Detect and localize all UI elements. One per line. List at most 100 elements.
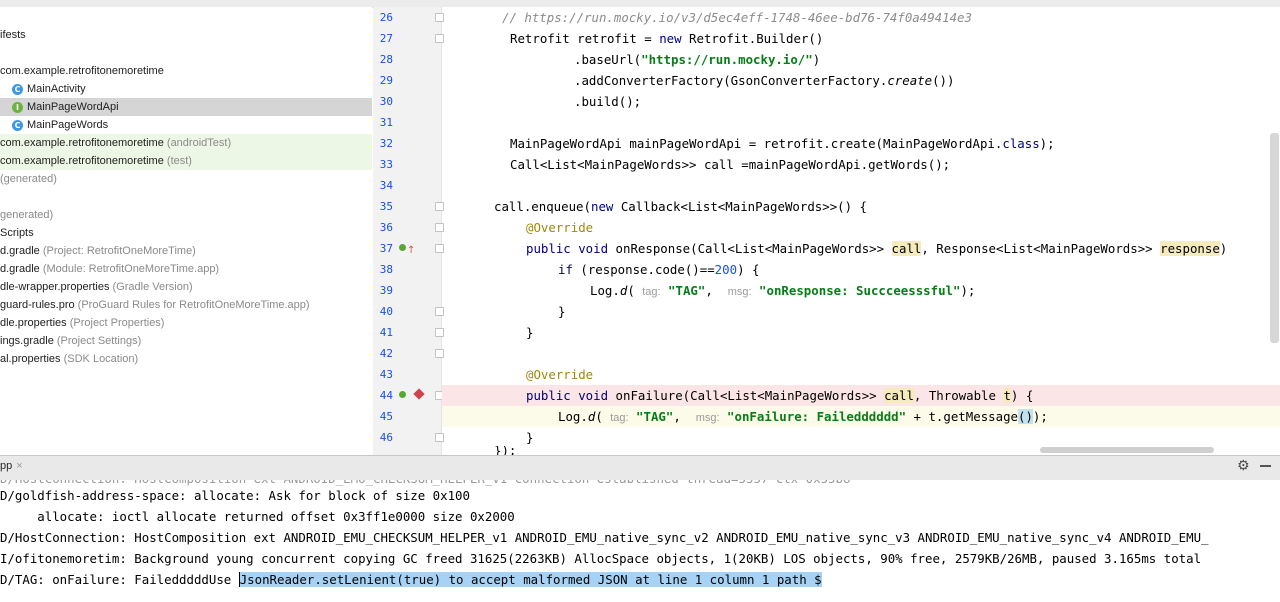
breakpoint-icon[interactable] — [413, 388, 425, 400]
tree-item[interactable]: com.example.retrofitonemoretime (test) — [0, 152, 372, 170]
override-arrow-icon[interactable]: ↑ — [407, 240, 415, 261]
gutter-line[interactable]: 41 — [373, 322, 444, 343]
param-hint: tag: — [642, 286, 661, 298]
tree-item[interactable]: I MainPageWordApi — [0, 98, 372, 116]
code-line-26[interactable]: // https://run.mocky.io/v3/d5ec4eff-1748… — [442, 7, 1280, 28]
gutter-line[interactable]: 30 — [373, 91, 441, 112]
tree-item-label: ings.gradle — [0, 335, 54, 347]
code-line-34[interactable] — [442, 175, 1280, 196]
gutter-line[interactable]: 32 — [373, 133, 441, 154]
line-number: 40 — [379, 305, 393, 318]
selected-log-text[interactable]: JsonReader.setLenient(true) to accept ma… — [238, 572, 822, 587]
param-highlight: t — [1003, 388, 1011, 403]
tree-item-hint: (SDK Location) — [63, 353, 139, 365]
tree-item[interactable]: dle.properties (Project Properties) — [0, 314, 372, 332]
tree-item-hint: (Project: RetrofitOneMoreTime) — [42, 245, 196, 257]
code-line-38[interactable]: if (response.code()==200) { — [442, 259, 1280, 280]
gutter-line[interactable]: 40 — [373, 301, 444, 322]
gutter-line[interactable]: 44 — [373, 385, 444, 406]
code-line-39[interactable]: Log.d( tag: "TAG", msg: "onResponse: Suc… — [442, 280, 1280, 301]
tree-item[interactable]: com.example.retrofitonemoretime (android… — [0, 134, 372, 152]
tree-item[interactable]: dle-wrapper.properties (Gradle Version) — [0, 278, 372, 296]
gutter-line[interactable]: 36 — [373, 217, 444, 238]
gutter-line[interactable]: 34 — [373, 175, 441, 196]
gutter-line[interactable]: 37 ↑ — [373, 238, 444, 261]
close-icon[interactable]: × — [16, 460, 22, 472]
code-line-31[interactable] — [442, 112, 1280, 133]
code-line-30[interactable]: .build(); — [442, 91, 1280, 112]
tree-item-label: ifests — [0, 29, 26, 41]
tree-item[interactable]: d.gradle (Project: RetrofitOneMoreTime) — [0, 242, 372, 260]
gutter-line[interactable]: 28 — [373, 49, 441, 70]
code-token: ); — [1039, 136, 1055, 151]
code-line-27[interactable]: Retrofit retrofit = new Retrofit.Builder… — [442, 28, 1280, 49]
override-annotation: @Override — [526, 367, 594, 382]
gutter-line[interactable]: 42 — [373, 343, 444, 364]
code-token: MainPageWordApi mainPageWordApi = retrof… — [510, 136, 1003, 151]
code-line-36[interactable]: @Override — [442, 217, 1280, 238]
code-line-33[interactable]: Call<List<MainPageWords>> call =mainPage… — [442, 154, 1280, 175]
editor-horizontal-scrollbar[interactable] — [1040, 447, 1214, 453]
logcat-tab[interactable]: pp × — [0, 460, 23, 472]
tree-item[interactable]: al.properties (SDK Location) — [0, 350, 372, 368]
code-line-28[interactable]: .baseUrl("https://run.mocky.io/") — [442, 49, 1280, 70]
code-line-37[interactable]: public void onResponse(Call<List<MainPag… — [442, 238, 1280, 259]
code-token: Retrofit retrofit = — [510, 31, 660, 46]
keyword-public-void: public void — [526, 388, 609, 403]
code-token: ( — [595, 409, 611, 424]
editor-vertical-scrollbar[interactable] — [1270, 133, 1279, 343]
gutter-line[interactable]: 38 — [373, 259, 441, 280]
tree-item[interactable]: com.example.retrofitonemoretime — [0, 62, 372, 80]
implements-method-icon[interactable] — [399, 391, 406, 398]
code-token: onFailure(Call<List<MainPageWords>> — [608, 388, 885, 403]
tree-item-hint: (generated) — [0, 173, 57, 185]
code-line-29[interactable]: .addConverterFactory(GsonConverterFactor… — [442, 70, 1280, 91]
code-line-44[interactable]: public void onFailure(Call<List<MainPage… — [442, 385, 1280, 406]
tree-item[interactable]: generated) — [0, 206, 372, 224]
gutter-line[interactable]: 26 — [373, 7, 444, 28]
tree-item[interactable]: C MainActivity — [0, 80, 372, 98]
tree-item[interactable]: ings.gradle (Project Settings) — [0, 332, 372, 350]
code-line-32[interactable]: MainPageWordApi mainPageWordApi = retrof… — [442, 133, 1280, 154]
tree-item[interactable]: Scripts — [0, 224, 372, 242]
gutter-line[interactable]: 45 — [373, 406, 441, 427]
line-number: 33 — [379, 158, 393, 171]
project-tree[interactable]: ifests com.example.retrofitonemoretime C Ma… — [0, 7, 372, 455]
gear-icon[interactable]: ⚙ — [1237, 458, 1250, 474]
code-token: ) — [812, 52, 821, 67]
code-line-35[interactable]: call.enqueue(new Callback<List<MainPageW… — [442, 196, 1280, 217]
tree-item[interactable]: (generated) — [0, 170, 372, 188]
gutter-line[interactable]: 46 — [373, 427, 444, 448]
code-token: ()) — [932, 73, 955, 88]
gutter-line[interactable]: 27 — [373, 28, 444, 49]
override-annotation: @Override — [526, 220, 594, 235]
code-line-41[interactable]: } — [442, 322, 1280, 343]
param-highlight: call — [891, 241, 922, 256]
gutter-line[interactable]: 33 — [373, 154, 441, 175]
tree-item[interactable]: guard-rules.pro (ProGuard Rules for Retr… — [0, 296, 372, 314]
minimize-icon[interactable] — [1260, 465, 1271, 467]
code-line-42[interactable] — [442, 343, 1280, 364]
logcat-output[interactable]: D/HostConnection: HostComposition ext AN… — [0, 480, 1280, 602]
tree-item[interactable]: ifests — [0, 26, 372, 44]
param-highlight: call — [884, 388, 914, 403]
gutter-line[interactable]: 31 — [373, 112, 441, 133]
tree-item-label: dle-wrapper.properties — [0, 281, 110, 293]
url-comment[interactable]: // https://run.mocky.io/v3/d5ec4eff-1748… — [502, 10, 972, 25]
code-line-40[interactable]: } — [442, 301, 1280, 322]
line-number: 44 — [379, 389, 393, 402]
class-icon: C — [12, 83, 23, 95]
gutter-line[interactable]: 43 — [373, 364, 441, 385]
log-line: allocate: ioctl allocate returned offset… — [0, 509, 515, 524]
code-line-46[interactable]: } — [442, 427, 1280, 448]
code-token: } — [526, 325, 534, 340]
tree-item[interactable]: d.gradle (Module: RetrofitOneMoreTime.ap… — [0, 260, 372, 278]
line-number: 29 — [379, 74, 393, 87]
implements-method-icon[interactable] — [399, 244, 406, 251]
code-line-43[interactable]: @Override — [442, 364, 1280, 385]
gutter-line[interactable]: 29 — [373, 70, 441, 91]
tree-item[interactable]: C MainPageWords — [0, 116, 372, 134]
gutter-line[interactable]: 39 — [373, 280, 441, 301]
code-line-45[interactable]: Log.d( tag: "TAG", msg: "onFailure: Fail… — [442, 406, 1280, 427]
gutter-line[interactable]: 35 — [373, 196, 444, 217]
